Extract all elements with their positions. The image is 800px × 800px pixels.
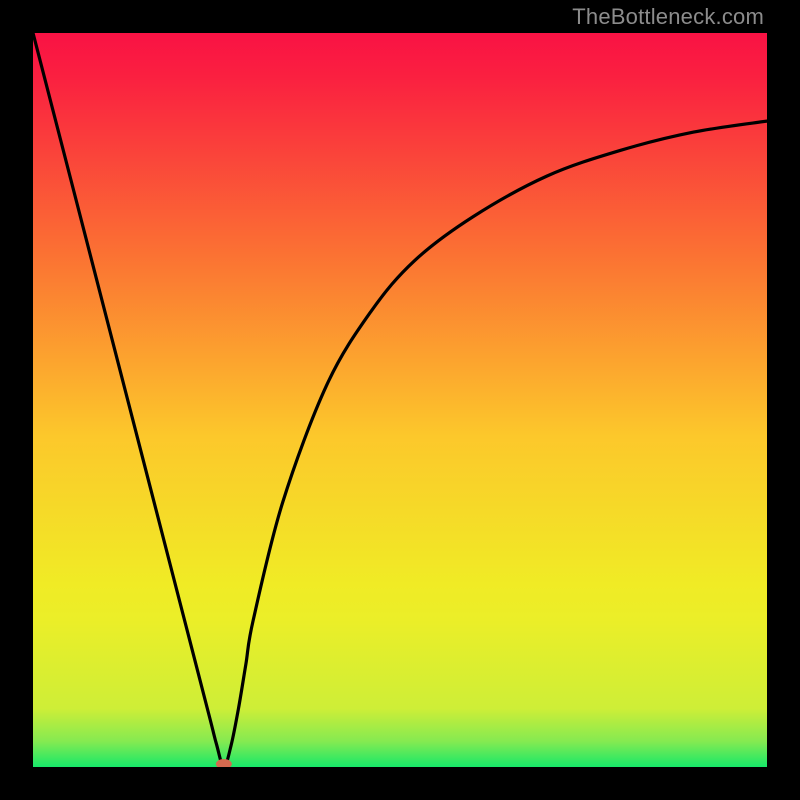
chart-frame bbox=[33, 33, 767, 767]
chart-svg bbox=[33, 33, 767, 767]
gradient-background bbox=[33, 33, 767, 767]
watermark-text: TheBottleneck.com bbox=[572, 4, 764, 30]
